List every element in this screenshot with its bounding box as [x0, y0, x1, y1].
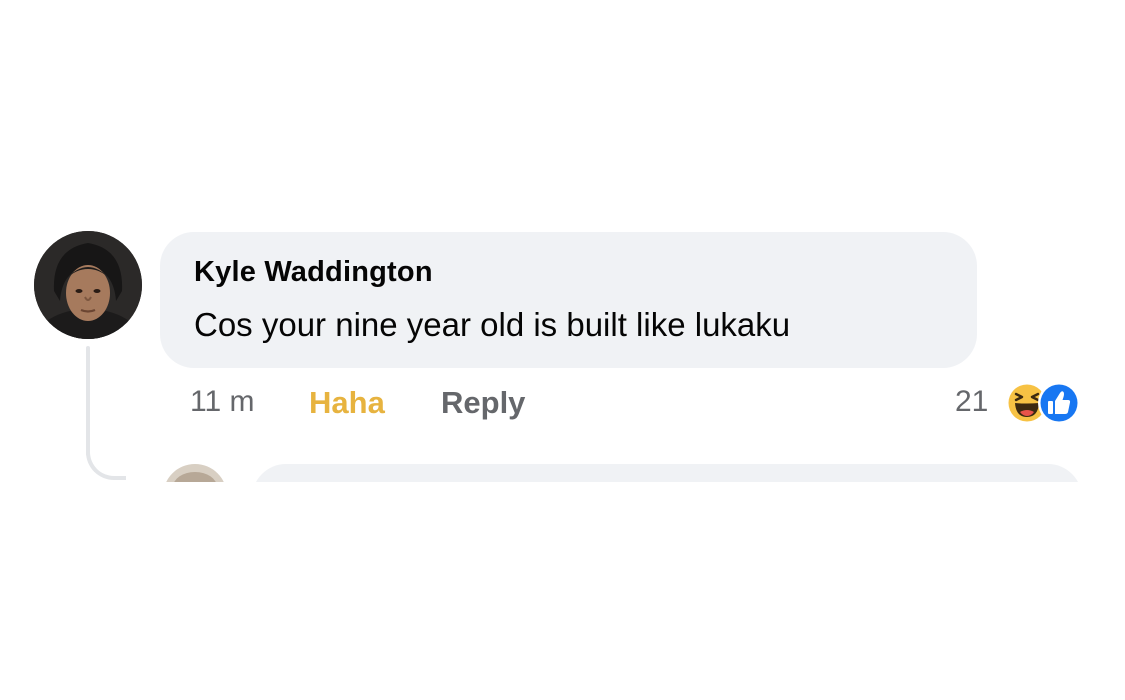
- like-icon: [1037, 381, 1081, 425]
- comment-actions: 11 m Haha Reply 21: [0, 381, 1125, 425]
- reply-avatar[interactable]: [163, 464, 227, 482]
- comment-timestamp[interactable]: 11 m: [190, 385, 254, 419]
- comment-author[interactable]: Kyle Waddington: [194, 256, 433, 289]
- next-reply-preview: [0, 458, 1125, 482]
- reaction-count: 21: [955, 385, 989, 418]
- comment-thread: Kyle Waddington Cos your nine year old i…: [0, 0, 1125, 700]
- avatar[interactable]: [34, 231, 142, 339]
- reply-bubble: [252, 464, 1082, 482]
- comment-text: Cos your nine year old is built like luk…: [194, 306, 791, 343]
- reply-button[interactable]: Reply: [441, 385, 525, 421]
- avatar-photo: [34, 231, 142, 339]
- comment-bubble: Kyle Waddington Cos your nine year old i…: [160, 232, 977, 368]
- reaction-summary[interactable]: 21: [955, 381, 1095, 425]
- reaction-button[interactable]: Haha: [309, 385, 385, 421]
